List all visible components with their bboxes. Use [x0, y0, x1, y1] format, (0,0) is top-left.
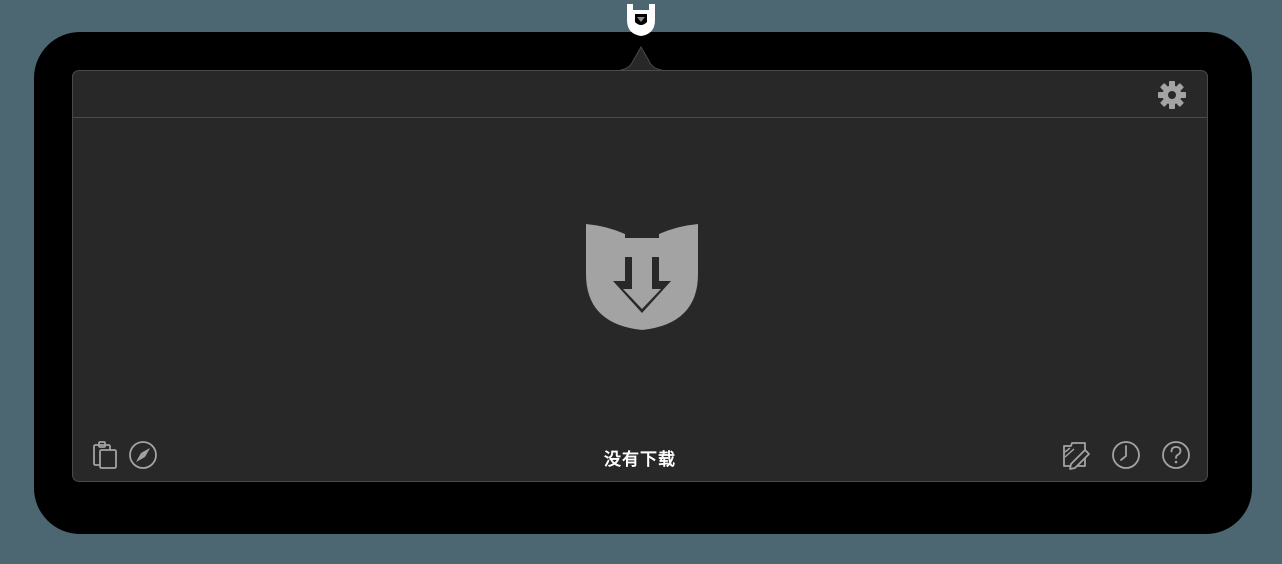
gear-icon[interactable] — [1157, 80, 1187, 110]
history-clock-icon[interactable] — [1111, 440, 1141, 470]
downloads-popover: 没有下载 — [72, 70, 1208, 482]
downie-shield-icon[interactable] — [621, 0, 661, 40]
shield-download-icon — [586, 224, 698, 330]
desktop: 没有下载 — [0, 0, 1282, 564]
header-divider — [73, 117, 1207, 118]
help-icon[interactable] — [1161, 440, 1191, 470]
status-no-downloads: 没有下载 — [604, 450, 676, 470]
popover-arrow — [611, 45, 671, 72]
post-processing-icon[interactable] — [1061, 440, 1091, 470]
